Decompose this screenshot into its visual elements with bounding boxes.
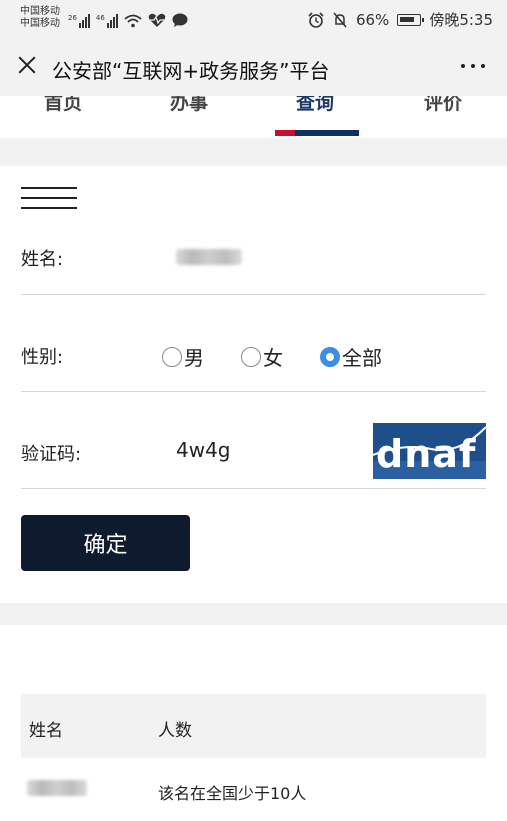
clock: 傍晚5:35 bbox=[429, 11, 493, 29]
active-tab-indicator bbox=[275, 130, 359, 136]
signal-1-icon: 26 bbox=[68, 14, 90, 28]
radio-circle[interactable] bbox=[162, 346, 182, 367]
menu-icon[interactable] bbox=[21, 187, 77, 221]
gender-radio-all[interactable]: 全部 bbox=[320, 342, 382, 371]
gender-radio-male[interactable]: 男 bbox=[162, 342, 204, 371]
carrier-1: 中国移动 bbox=[20, 6, 60, 17]
gender-option-male-label: 男 bbox=[184, 346, 204, 370]
header-count: 人数 bbox=[158, 721, 192, 741]
captcha-graphic: dnaf bbox=[373, 423, 486, 479]
tab-evaluate[interactable]: 评价 bbox=[424, 96, 462, 115]
gender-label: 性别: bbox=[21, 347, 64, 368]
signal-2-icon: 46 bbox=[96, 14, 118, 28]
mute-bell-icon bbox=[333, 11, 347, 28]
close-icon[interactable] bbox=[14, 52, 40, 78]
status-icons-right: 66% 傍晚5:35 bbox=[308, 9, 493, 30]
name-label: 姓名: bbox=[21, 249, 64, 270]
carrier-2: 中国移动 bbox=[20, 18, 60, 29]
tab-services[interactable]: 办事 bbox=[170, 96, 208, 115]
captcha-label: 验证码: bbox=[21, 444, 82, 465]
battery-icon bbox=[397, 13, 425, 26]
alarm-icon bbox=[308, 11, 324, 28]
table-row: 该名在全国少于10人 bbox=[21, 758, 486, 821]
status-bar: 中国移动 中国移动 26 46 66% 傍晚5:35 bbox=[0, 0, 507, 38]
radio-circle-checked[interactable] bbox=[320, 346, 340, 367]
captcha-text: dnaf bbox=[376, 432, 476, 476]
header-name: 姓名 bbox=[29, 721, 63, 741]
captcha-image[interactable]: dnaf bbox=[373, 423, 486, 479]
tab-query[interactable]: 查询 bbox=[296, 96, 334, 115]
gender-radio-female[interactable]: 女 bbox=[241, 342, 283, 371]
captcha-input[interactable] bbox=[176, 438, 356, 462]
nav-bar: 公安部“互联网+政务服务”平台 bbox=[0, 38, 507, 96]
radio-circle[interactable] bbox=[241, 346, 261, 367]
status-icons-left: 26 46 bbox=[68, 10, 188, 28]
result-count: 该名在全国少于10人 bbox=[158, 784, 307, 803]
more-options-icon[interactable] bbox=[461, 64, 485, 68]
tab-home[interactable]: 首页 bbox=[44, 96, 82, 115]
wifi-icon bbox=[124, 14, 142, 28]
signal-2-tag: 46 bbox=[95, 14, 105, 22]
carrier-names: 中国移动 中国移动 bbox=[20, 6, 60, 30]
tab-bar: 首页 办事 查询 评价 bbox=[0, 96, 507, 138]
section-divider bbox=[0, 603, 507, 625]
signal-1-tag: 26 bbox=[68, 14, 77, 22]
heart-rate-icon bbox=[148, 13, 166, 27]
section-divider bbox=[0, 138, 507, 166]
name-input[interactable] bbox=[176, 249, 242, 265]
battery-percent: 66% bbox=[355, 10, 390, 29]
page-title: 公安部“互联网+政务服务”平台 bbox=[52, 59, 330, 83]
message-icon bbox=[172, 13, 188, 27]
gender-row: 性别: 男 女 全部 bbox=[21, 295, 486, 392]
gender-option-all-label: 全部 bbox=[342, 346, 382, 370]
result-name bbox=[27, 780, 87, 796]
gender-option-female-label: 女 bbox=[263, 346, 283, 370]
confirm-button[interactable]: 确定 bbox=[21, 515, 190, 571]
name-row: 姓名: bbox=[21, 236, 486, 295]
results-table-header: 姓名 人数 bbox=[21, 694, 486, 758]
